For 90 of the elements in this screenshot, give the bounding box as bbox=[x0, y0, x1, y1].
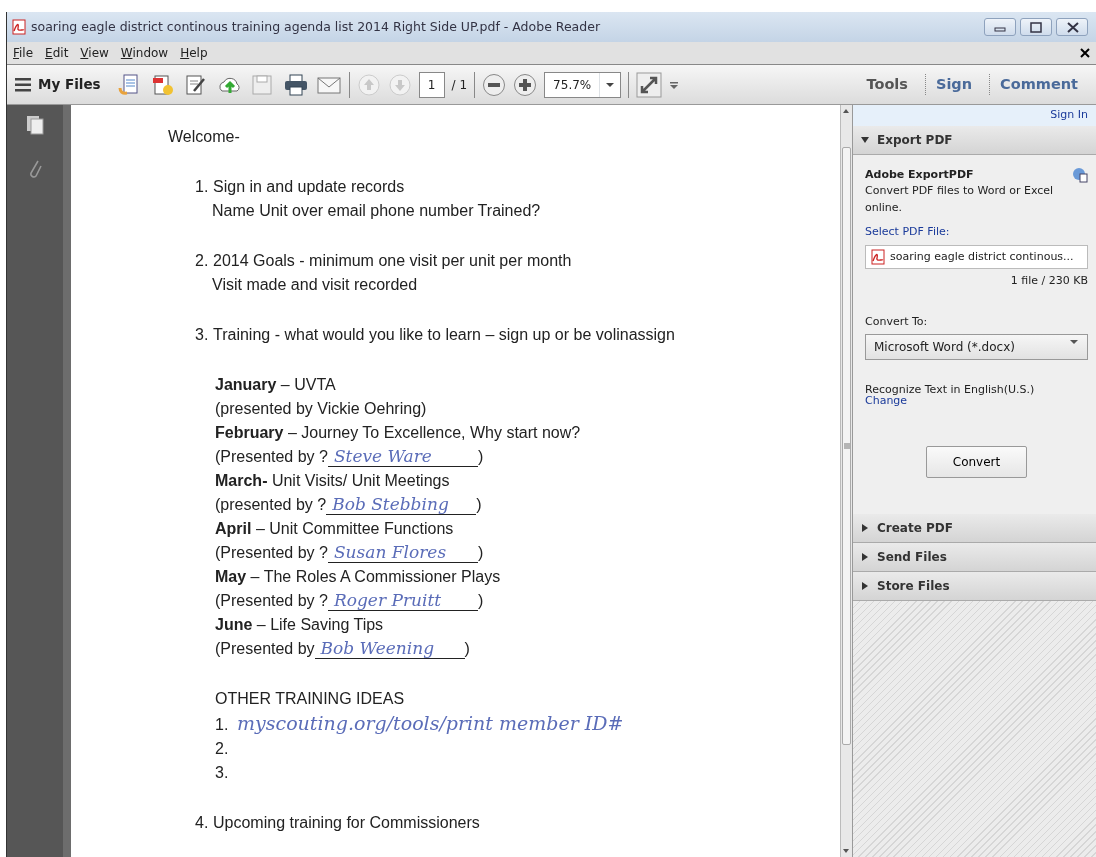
pane-tab[interactable]: Tools bbox=[856, 73, 918, 96]
document-text: Sign in and update records bbox=[213, 178, 405, 195]
document-text: January – UVTA bbox=[215, 376, 336, 393]
fullscreen-icon[interactable] bbox=[636, 71, 663, 98]
document-text: (Presented by ? bbox=[215, 448, 328, 465]
collapsed-caret-icon[interactable] bbox=[861, 553, 869, 561]
change-link[interactable]: Change bbox=[865, 395, 1088, 406]
document-text: Visit made and visit recorded bbox=[212, 276, 418, 293]
handwritten-name: Bob Weening bbox=[314, 638, 465, 659]
list-number: 4. bbox=[195, 813, 210, 833]
document-text: ) bbox=[477, 448, 484, 465]
list-number: 3. bbox=[215, 763, 230, 783]
section-header[interactable]: Create PDF bbox=[877, 519, 953, 537]
document-text: April – Unit Committee Functions bbox=[215, 520, 454, 537]
document-text: Name Unit over email phone number Trained? bbox=[212, 202, 541, 219]
section-header[interactable]: Export PDF bbox=[877, 130, 953, 149]
window-title: soaring eagle district continous training agenda list 2014 Right Side UP.pdf - Adobe Reader bbox=[31, 17, 602, 36]
pdf-icon bbox=[11, 19, 27, 35]
maximize-icon bbox=[1030, 22, 1042, 33]
zoom-out-button[interactable] bbox=[482, 72, 507, 97]
handwritten-name: Susan Flores bbox=[327, 542, 478, 563]
section-header[interactable]: Store Files bbox=[877, 577, 950, 595]
document-text: June – Life Saving Tips bbox=[215, 616, 384, 633]
document-text: 2014 Goals - minimum one visit per unit per month bbox=[213, 252, 572, 269]
zoom-in-button[interactable] bbox=[513, 72, 538, 97]
list-number: 3. bbox=[195, 325, 210, 345]
handwritten-note: myscouting.org/tools/print member ID# bbox=[237, 712, 624, 734]
close-icon bbox=[1067, 22, 1079, 33]
panel-heading: Adobe ExportPDF bbox=[865, 166, 974, 183]
scrollbar-thumb[interactable] bbox=[842, 147, 851, 745]
field-label: Select PDF File: bbox=[865, 224, 951, 240]
list-number: 1. bbox=[195, 177, 210, 197]
my-files-button[interactable]: My Files bbox=[38, 74, 101, 95]
field-label: Convert To: bbox=[865, 313, 929, 330]
document-text: (Presented by bbox=[215, 640, 315, 657]
document-text: OTHER TRAINING IDEAS bbox=[215, 690, 405, 707]
collapsed-caret-icon[interactable] bbox=[861, 524, 869, 532]
pane-tab[interactable]: Comment bbox=[989, 73, 1088, 96]
format-dropdown[interactable]: Microsoft Word (*.docx) bbox=[865, 334, 1088, 360]
handwritten-name: Bob Stebbing bbox=[326, 494, 477, 515]
document-text: ) bbox=[476, 496, 482, 513]
document-text: March- Unit Visits/ Unit Meetings bbox=[215, 472, 450, 489]
document-text: February – Journey To Excellence, Why start now? bbox=[215, 424, 581, 441]
globe-document-icon bbox=[1072, 166, 1088, 183]
file-field[interactable]: soaring eagle district continous... bbox=[865, 244, 1088, 269]
section-header[interactable]: Send Files bbox=[877, 548, 947, 566]
close-icon[interactable] bbox=[1080, 48, 1090, 58]
panel-description: Convert PDF files to Word or Excel online. bbox=[865, 183, 1055, 216]
document-text: May – The Roles A Commissioner Plays bbox=[215, 568, 501, 585]
pdf-icon bbox=[870, 248, 886, 265]
collapsed-caret-icon[interactable] bbox=[861, 582, 869, 590]
expanded-caret-icon[interactable] bbox=[861, 135, 869, 144]
list-number: 2. bbox=[215, 739, 230, 759]
menu-item[interactable]: Help bbox=[180, 44, 208, 62]
menu-item[interactable]: Edit bbox=[45, 44, 69, 62]
handwritten-name: Roger Pruitt bbox=[327, 590, 478, 611]
menu-item[interactable]: View bbox=[80, 44, 109, 62]
document-text: Upcoming training for Commissioners bbox=[213, 814, 480, 831]
menu-icon[interactable] bbox=[15, 77, 31, 92]
caret-icon bbox=[604, 80, 617, 89]
document-text: (Presented by ? bbox=[215, 592, 328, 609]
list-number: 2. bbox=[195, 251, 210, 271]
pages-icon[interactable] bbox=[26, 115, 44, 135]
document-text: ) bbox=[477, 592, 484, 609]
document-text: (presented by Vickie Oehring) bbox=[215, 400, 427, 417]
menu-item[interactable]: Window bbox=[120, 44, 169, 62]
pane-tab[interactable]: Sign bbox=[924, 73, 983, 96]
list-number: 1. bbox=[215, 715, 230, 735]
print-icon[interactable] bbox=[282, 72, 309, 97]
overflow-icon[interactable] bbox=[669, 79, 680, 90]
document-text: (Presented by ? bbox=[215, 544, 328, 561]
handwritten-name: Steve Ware bbox=[327, 446, 478, 467]
document-text: Training - what would you like to learn – sign up or be volinassign bbox=[213, 326, 675, 343]
menu-item[interactable]: File bbox=[13, 44, 34, 62]
file-size: 1 file / 230 KB bbox=[1010, 274, 1088, 287]
zoom-field[interactable]: 75.7% bbox=[544, 71, 622, 98]
minimize-icon bbox=[994, 27, 1006, 32]
document-text: Welcome- bbox=[168, 128, 240, 145]
sign-in-link[interactable]: Sign In bbox=[1050, 108, 1088, 121]
convert-button[interactable]: Convert bbox=[925, 446, 1028, 478]
document-text: ) bbox=[464, 640, 470, 657]
minimize-button[interactable] bbox=[984, 18, 1016, 36]
close-button[interactable] bbox=[1056, 18, 1088, 36]
caret-icon bbox=[1069, 338, 1079, 346]
maximize-button[interactable] bbox=[1020, 18, 1052, 36]
page-count: / 1 bbox=[451, 76, 468, 94]
document-text: (presented by ? bbox=[215, 496, 327, 513]
ocr-language-text: Recognize Text in English(U.S.) bbox=[865, 384, 1036, 395]
page-number-field[interactable]: 1 bbox=[418, 71, 445, 98]
document-text: ) bbox=[477, 544, 484, 561]
